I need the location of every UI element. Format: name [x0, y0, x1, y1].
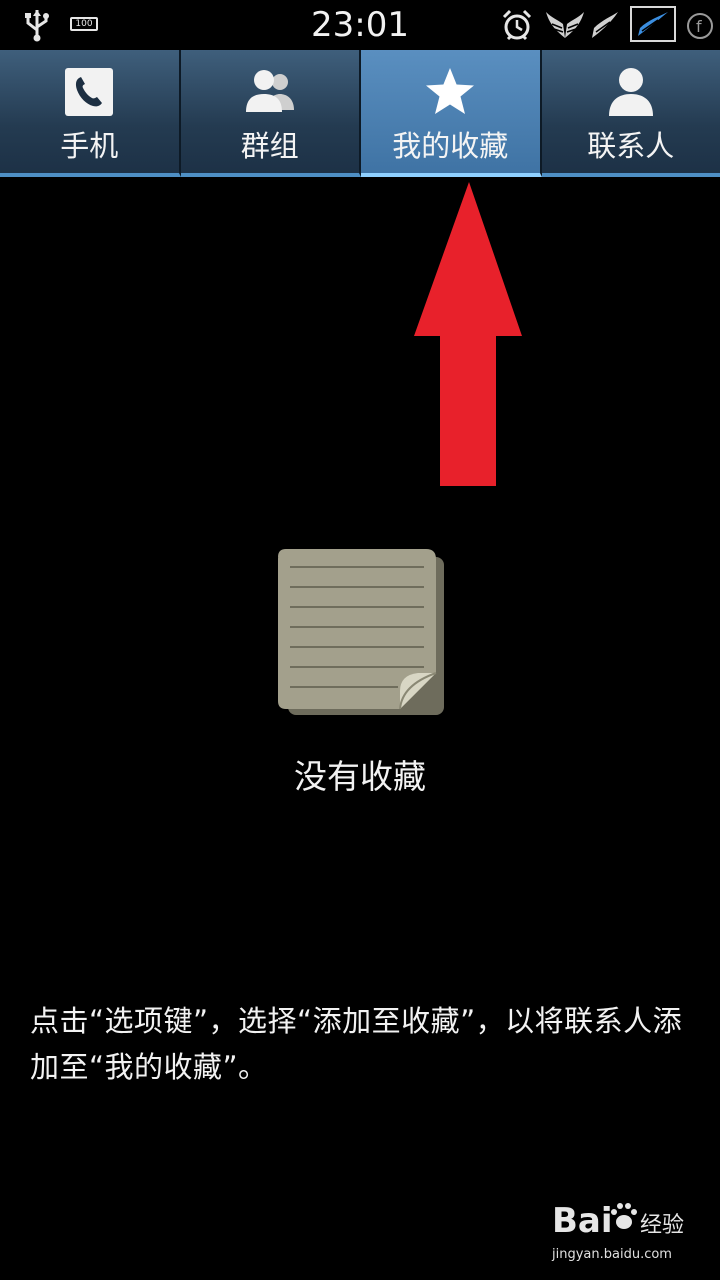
- svg-text:经验: 经验: [640, 1213, 684, 1238]
- empty-notes-icon: [278, 549, 444, 715]
- star-icon: [426, 68, 475, 114]
- baidu-jingyan-watermark: Bai 经验 jingyan.baidu.com: [551, 1201, 684, 1262]
- paw-icon: [611, 1203, 637, 1229]
- group-icon: [245, 70, 294, 112]
- tab-bar: 手机 群组 我的收藏 联系人: [0, 50, 720, 177]
- tab-phone[interactable]: 手机: [0, 50, 181, 177]
- tab-contacts[interactable]: 联系人: [541, 50, 720, 177]
- wing-box-icon: [630, 6, 676, 42]
- tab-label: 群组: [240, 129, 299, 163]
- alarm-icon: [502, 9, 532, 41]
- person-icon: [608, 68, 653, 116]
- wing-icon: [592, 12, 618, 38]
- empty-state-title: 没有收藏: [294, 757, 426, 796]
- svg-text:Bai: Bai: [552, 1201, 613, 1241]
- svg-text:jingyan.baidu.com: jingyan.baidu.com: [551, 1247, 672, 1262]
- red-up-arrow: [414, 182, 522, 486]
- svg-text:f: f: [696, 17, 702, 36]
- facebook-icon: f: [687, 13, 713, 39]
- tab-favorites[interactable]: 我的收藏: [361, 50, 542, 177]
- wing-icon: [546, 12, 584, 38]
- tab-label: 我的收藏: [392, 129, 509, 163]
- status-bar: 100 23:01 f: [0, 0, 720, 50]
- empty-state-hint: 点击“选项键”，选择“添加至收藏”，以将联系人添加至“我的收藏”。: [30, 1004, 683, 1084]
- tab-groups[interactable]: 群组: [180, 50, 361, 177]
- tab-label: 联系人: [587, 129, 675, 163]
- phone-icon: [65, 68, 114, 116]
- tab-label: 手机: [60, 129, 119, 163]
